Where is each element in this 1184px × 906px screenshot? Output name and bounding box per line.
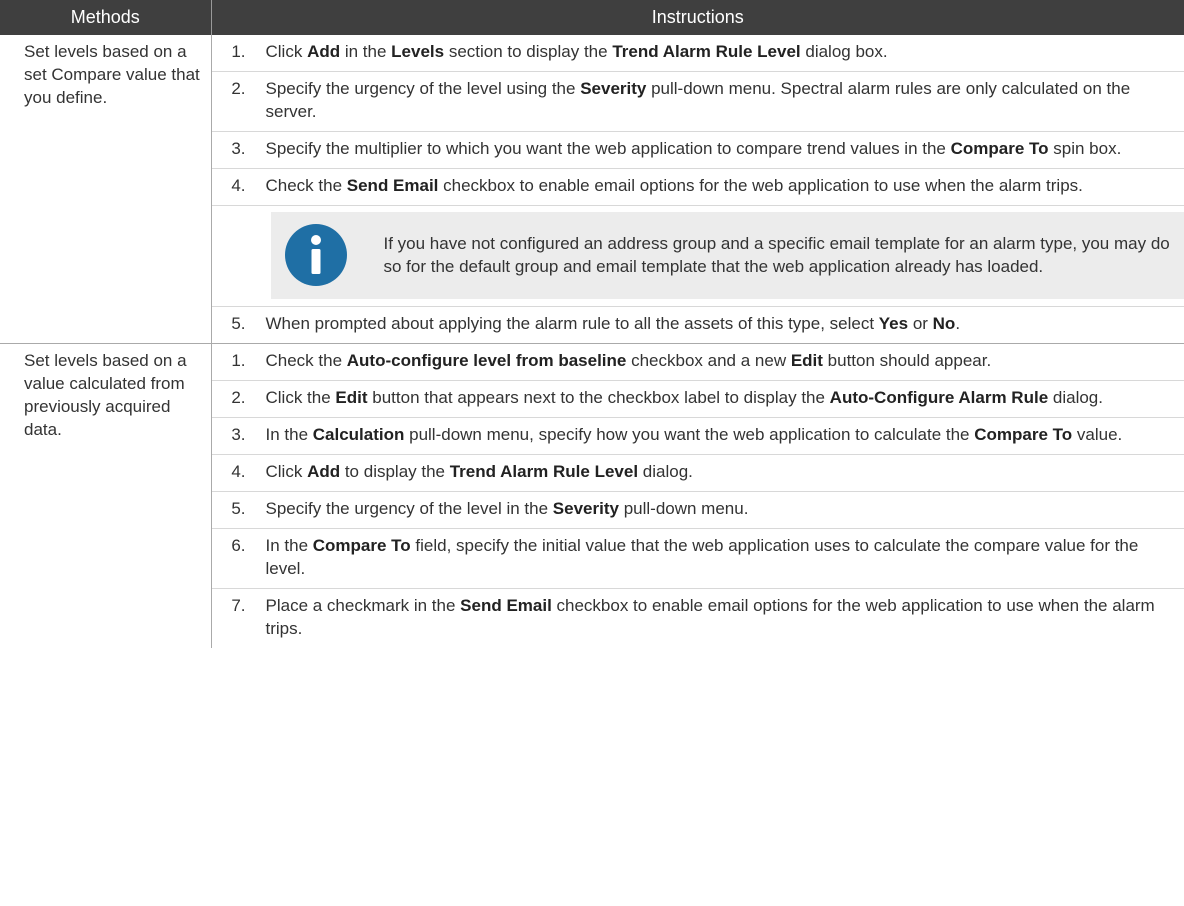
step-text: Check the Auto-configure level from base… [266, 349, 1173, 372]
step-text: Check the Send Email checkbox to enable … [266, 174, 1173, 197]
step-text-run: checkbox to enable email options for the… [438, 176, 1083, 195]
step-text: Specify the urgency of the level in the … [266, 497, 1173, 520]
ui-term: Yes [878, 314, 909, 333]
table-row: Set levels based on a set Compare value … [0, 35, 1184, 344]
step-text-run: spin box. [1048, 139, 1122, 158]
step-text-run: When prompted about applying the alarm r… [265, 314, 879, 333]
step-text-run: pull-down menu. [618, 499, 749, 518]
step-text: Click Add in the Levels section to displ… [266, 40, 1173, 63]
ui-term: Trend Alarm Rule Level [612, 42, 801, 61]
step-text: Click the Edit button that appears next … [266, 386, 1173, 409]
list-item: 2. Specify the urgency of the level using… [211, 72, 1184, 132]
step-text-run: Check the [265, 176, 347, 195]
table-header-row: Methods Instructions [0, 0, 1184, 35]
list-item: 1. Check the Auto-configure level from ba… [211, 344, 1184, 381]
list-item: 3. In the Calculation pull-down menu, spe… [211, 418, 1184, 455]
step-text: Specify the urgency of the level using t… [266, 77, 1173, 123]
step-text-run: dialog. [638, 462, 693, 481]
step-number: 4. [231, 462, 246, 481]
method-cell: Set levels based on a set Compare value … [0, 35, 212, 344]
step-text: When prompted about applying the alarm r… [266, 312, 1173, 335]
step-text-run: dialog box. [800, 42, 888, 61]
step-text-run: in the [340, 42, 392, 61]
step-number: 5. [231, 314, 246, 333]
info-icon [284, 223, 348, 287]
step-text: In the Compare To field, specify the ini… [266, 534, 1173, 580]
step-number: 6. [231, 536, 246, 555]
list-item: 4. Check the Send Email checkbox to enabl… [211, 169, 1184, 206]
step-number: 5. [231, 499, 246, 518]
ui-term: Add [307, 462, 341, 481]
step-text-run: value. [1072, 425, 1123, 444]
list-item: 7. Place a checkmark in the Send Email ch… [212, 589, 1184, 648]
step-text-run: Click [265, 462, 308, 481]
ui-term: Send Email [346, 176, 439, 195]
step-text-run: button that appears next to the checkbox… [367, 388, 830, 407]
step-text: Specify the multiplier to which you want… [266, 137, 1173, 160]
list-item: 4. Click Add to display the Trend Alarm R… [211, 455, 1184, 492]
note-callout: If you have not configured an address gr… [211, 206, 1184, 307]
list-item: 3. Specify the multiplier to which you wa… [211, 132, 1184, 169]
step-text-run: Check the [265, 351, 347, 370]
step-number: 4. [231, 176, 246, 195]
step-text-run: button should appear. [822, 351, 992, 370]
methods-column-header: Methods [0, 0, 211, 35]
method-cell: Set levels based on a value calculated f… [0, 343, 212, 648]
step-text-run: . [955, 314, 961, 333]
step-text-run: Specify the urgency of the level using t… [265, 79, 581, 98]
step-text-run: Specify the urgency of the level in the [265, 499, 553, 518]
step-text: In the Calculation pull-down menu, speci… [266, 423, 1173, 446]
list-item: 5. Specify the urgency of the level in th… [211, 492, 1184, 529]
ui-term: Compare To [312, 536, 411, 555]
step-text-run: In the [265, 425, 313, 444]
ui-term: Send Email [460, 596, 552, 615]
ui-term: Trend Alarm Rule Level [449, 462, 639, 481]
step-number: 1. [231, 351, 246, 370]
list-item: 5. When prompted about applying the alarm… [212, 307, 1184, 343]
step-text-run: In the [265, 536, 313, 555]
step-text-run: Place a checkmark in the [265, 596, 461, 615]
ui-term: Calculation [312, 425, 405, 444]
ui-term: Edit [790, 351, 823, 370]
ui-term: Compare To [950, 139, 1049, 158]
list-item: 6. In the Compare To field, specify the i… [211, 529, 1184, 589]
step-text-run: dialog. [1048, 388, 1103, 407]
table-row: Set levels based on a value calculated f… [0, 343, 1184, 648]
step-number: 7. [231, 596, 246, 615]
step-text-run: to display the [340, 462, 450, 481]
instructions-cell: 1. Click Add in the Levels section to dis… [211, 35, 1184, 344]
step-number: 2. [231, 388, 246, 407]
step-text-run: Click [265, 42, 308, 61]
ui-term: Auto-Configure Alarm Rule [829, 388, 1049, 407]
ui-term: Compare To [974, 425, 1073, 444]
note-text: If you have not configured an address gr… [383, 234, 1170, 276]
ui-term: Severity [580, 79, 647, 98]
ui-term: Add [307, 42, 341, 61]
step-text-run: Click the [265, 388, 336, 407]
step-text-run: pull-down menu, specify how you want the… [404, 425, 975, 444]
step-text-run: Specify the multiplier to which you want… [265, 139, 951, 158]
note-box: If you have not configured an address gr… [270, 212, 1184, 299]
ui-term: Edit [335, 388, 368, 407]
step-text: Click Add to display the Trend Alarm Rul… [266, 460, 1173, 483]
table-body: Set levels based on a set Compare value … [0, 35, 1184, 648]
instructions-cell: 1. Check the Auto-configure level from ba… [211, 343, 1184, 648]
methods-instructions-table: Methods Instructions Set levels based on… [0, 0, 1184, 648]
step-number: 3. [231, 425, 246, 444]
step-number: 3. [231, 139, 246, 158]
step-text-run: section to display the [444, 42, 613, 61]
ui-term: Auto-configure level from baseline [346, 351, 627, 370]
list-item: 1. Click Add in the Levels section to dis… [211, 35, 1184, 72]
step-number: 1. [231, 42, 246, 61]
ui-term: No [932, 314, 956, 333]
step-number: 2. [231, 79, 246, 98]
step-text-run: checkbox and a new [626, 351, 791, 370]
list-item: 2. Click the Edit button that appears nex… [211, 381, 1184, 418]
instructions-column-header: Instructions [210, 0, 1184, 35]
ui-term: Severity [552, 499, 619, 518]
step-text: Place a checkmark in the Send Email chec… [266, 594, 1173, 640]
ui-term: Levels [391, 42, 445, 61]
step-text-run: or [908, 314, 933, 333]
